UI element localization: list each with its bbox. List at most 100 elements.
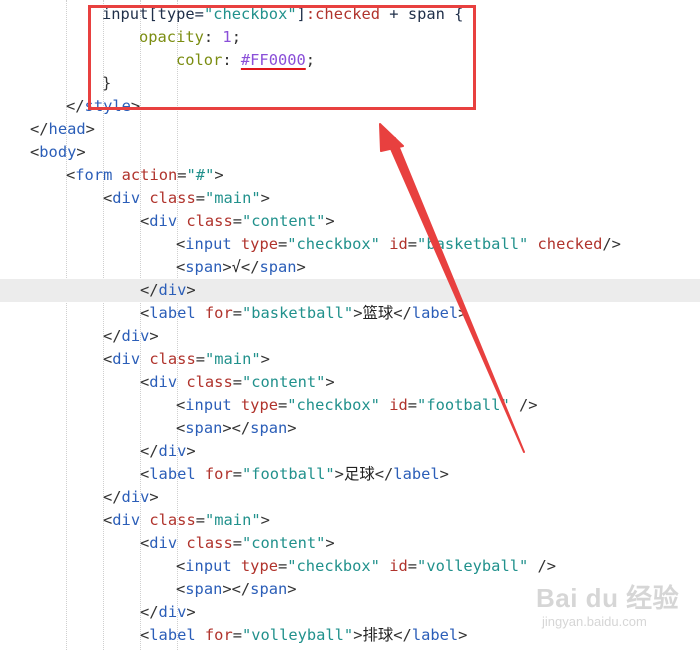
code-token: < xyxy=(140,373,150,391)
code-token: "basketball" xyxy=(417,235,529,253)
code-token: "basketball" xyxy=(242,304,354,322)
code-token: /> xyxy=(509,396,538,414)
code-token: input xyxy=(185,235,232,253)
code-token: /> xyxy=(602,235,621,253)
code-token: > xyxy=(296,258,306,276)
code-token: < xyxy=(176,419,186,437)
code-line: <label for="football">足球</label> xyxy=(0,463,700,486)
code-token: "content" xyxy=(242,373,326,391)
code-token: > xyxy=(260,350,270,368)
code-token: input xyxy=(185,396,232,414)
code-token: </ xyxy=(140,442,159,460)
code-line-highlighted: </div> xyxy=(0,279,700,302)
code-token: > xyxy=(458,626,468,644)
code-token: for xyxy=(204,626,233,644)
code-line: </head> xyxy=(0,118,700,141)
code-token: "football" xyxy=(242,465,335,483)
code-token: = xyxy=(232,465,242,483)
code-token: div xyxy=(149,534,178,552)
code-token: < xyxy=(140,212,150,230)
code-token: div xyxy=(112,350,141,368)
code-token: > xyxy=(325,373,335,391)
code-token: = xyxy=(232,373,242,391)
code-token: input xyxy=(185,557,232,575)
code-token: div xyxy=(158,442,187,460)
code-line: <div class="content"> xyxy=(0,210,700,233)
code-line: <span></span> xyxy=(0,578,700,601)
code-token: span xyxy=(185,419,223,437)
code-token: > xyxy=(186,442,196,460)
code-token: </ xyxy=(374,465,394,483)
code-token: span xyxy=(185,258,223,276)
code-token: </ xyxy=(140,281,159,299)
code-token: < xyxy=(30,143,40,161)
code-token: = xyxy=(277,235,288,253)
code-token: "checkbox" xyxy=(287,396,380,414)
code-token: > xyxy=(334,465,344,483)
code-token: type xyxy=(240,396,278,414)
code-token: 足球 xyxy=(343,465,375,483)
code-token: </ xyxy=(393,304,412,322)
code-token: > xyxy=(186,281,196,299)
code-token: "main" xyxy=(205,189,261,207)
code-line: <input type="checkbox" id="football" /> xyxy=(0,394,700,417)
code-token: </ xyxy=(393,626,412,644)
code-token: < xyxy=(103,511,113,529)
code-token: span xyxy=(250,580,288,598)
code-token: > xyxy=(439,465,449,483)
code-token: < xyxy=(176,258,186,276)
code-token: = xyxy=(195,189,205,207)
code-token: label xyxy=(411,626,459,644)
code-token: span xyxy=(259,258,297,276)
code-token: < xyxy=(140,534,150,552)
code-token: "content" xyxy=(242,212,326,230)
code-token: span xyxy=(250,419,288,437)
code-token: span xyxy=(185,580,223,598)
code-token: < xyxy=(176,580,186,598)
code-token: "volleyball" xyxy=(417,557,529,575)
code-token: label xyxy=(149,304,196,322)
code-line: <body> xyxy=(0,141,700,164)
code-line: <label for="basketball">篮球</label> xyxy=(0,302,700,325)
code-line: </div> xyxy=(0,486,700,509)
code-token: = xyxy=(177,166,187,184)
code-token: > xyxy=(458,304,468,322)
code-token: class xyxy=(186,373,233,391)
code-token: label xyxy=(149,626,196,644)
code-line: <span></span> xyxy=(0,417,700,440)
code-token: head xyxy=(48,120,86,138)
code-token: > xyxy=(149,327,159,345)
code-token: = xyxy=(195,350,205,368)
code-line: <div class="main"> xyxy=(0,509,700,532)
code-token: ></ xyxy=(222,580,251,598)
code-token: "football" xyxy=(417,396,510,414)
code-token: > xyxy=(222,258,232,276)
code-token: 排球 xyxy=(362,626,394,644)
code-token: > xyxy=(214,166,224,184)
code-token: div xyxy=(149,212,178,230)
code-token: < xyxy=(66,166,76,184)
code-token: = xyxy=(195,511,205,529)
code-token: type xyxy=(240,557,278,575)
code-token: div xyxy=(112,189,141,207)
code-line: </div> xyxy=(0,440,700,463)
code-token: > xyxy=(149,488,159,506)
code-token: checked xyxy=(537,235,603,253)
code-token: for xyxy=(204,465,233,483)
code-token: </ xyxy=(240,258,260,276)
code-token: "volleyball" xyxy=(242,626,354,644)
code-token: > xyxy=(76,143,86,161)
code-token: < xyxy=(140,465,150,483)
code-token: "checkbox" xyxy=(287,235,380,253)
code-token: </ xyxy=(66,97,85,115)
